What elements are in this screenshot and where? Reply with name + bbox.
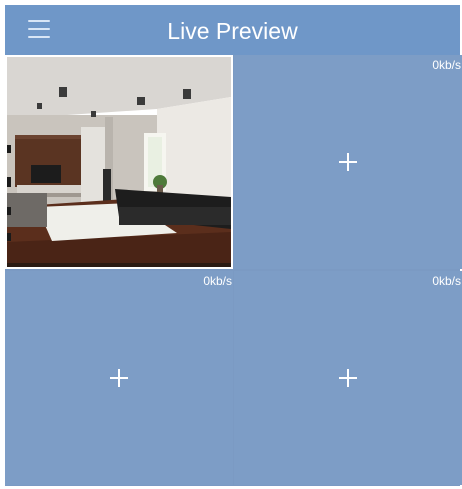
add-icon[interactable] [339, 153, 357, 171]
add-icon[interactable] [110, 369, 128, 387]
add-icon[interactable] [339, 369, 357, 387]
channel-1-video[interactable] [5, 55, 233, 269]
selected-channel-frame [5, 55, 233, 269]
page-title: Live Preview [167, 18, 298, 44]
bitrate-label: 0kb/s [432, 58, 461, 72]
app-header: Live Preview [5, 5, 460, 55]
bitrate-label: 0kb/s [432, 274, 461, 288]
channel-3[interactable]: 0kb/s [5, 271, 233, 485]
bitrate-label: 0kb/s [203, 274, 232, 288]
channel-2[interactable]: 0kb/s [234, 55, 462, 269]
channel-4[interactable]: 0kb/s [234, 271, 462, 485]
preview-grid: 0kb/s 0kb/s 0kb/s [5, 55, 462, 486]
